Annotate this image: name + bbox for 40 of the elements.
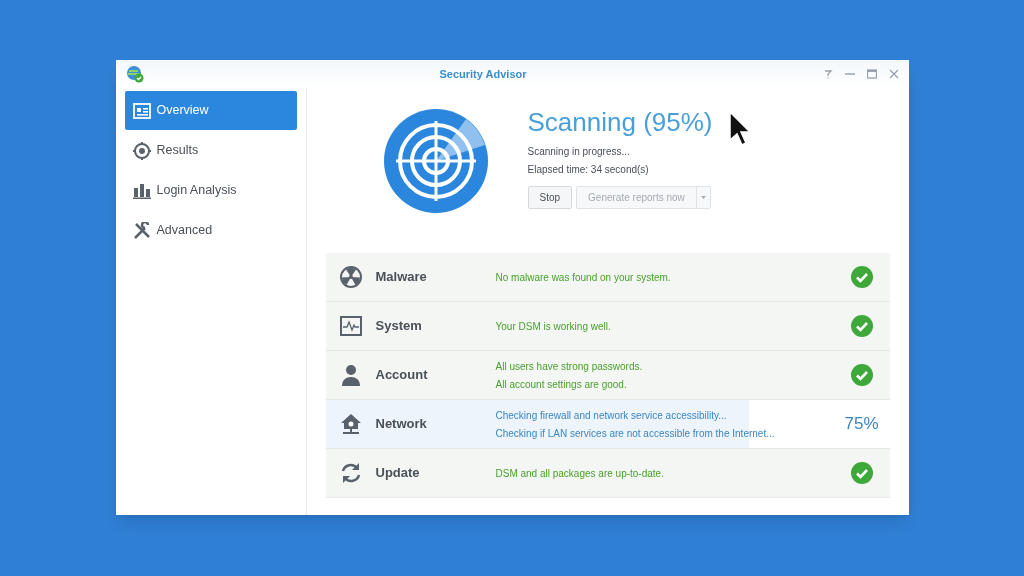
sidebar-item[interactable]: Overview — [124, 91, 297, 130]
check-name: Malware — [375, 268, 428, 287]
caret-icon — [700, 196, 706, 199]
target-icon — [132, 141, 151, 160]
scan-heading: Scanning (95%) — [527, 106, 713, 138]
bar-chart-icon — [132, 182, 151, 199]
monitor-icon — [339, 316, 362, 336]
checkmark-icon — [850, 266, 873, 288]
tools-icon — [132, 221, 151, 240]
check-name: System — [375, 317, 423, 336]
checkmark-icon — [850, 315, 873, 337]
radiation-icon — [339, 266, 362, 288]
house-network-icon — [339, 413, 362, 435]
check-message: Your DSM is working well. — [495, 319, 612, 334]
check-message: DSM and all packages are up-to-date. — [495, 466, 665, 481]
checkmark-icon — [850, 462, 873, 484]
help-icon[interactable] — [822, 69, 833, 79]
check-message: No malware was found on your system. — [495, 270, 672, 285]
sidebar-item[interactable]: Login Analysis — [124, 171, 297, 210]
checkmark-icon — [850, 364, 873, 386]
window-title: Security Advisor — [438, 66, 528, 82]
globe-shield-icon — [125, 65, 144, 83]
check-message: All users have strong passwords. — [495, 359, 644, 374]
maximize-icon[interactable] — [866, 69, 877, 79]
check-name: Update — [375, 464, 421, 483]
progress-percent: 75% — [844, 413, 879, 436]
user-icon — [340, 364, 361, 386]
id-card-icon — [132, 102, 151, 119]
scan-status: Scanning in progress... — [527, 145, 631, 159]
check-message: Checking firewall and network service accessibility... — [495, 408, 728, 423]
refresh-icon — [339, 462, 362, 484]
sidebar-item[interactable]: Results — [124, 131, 297, 170]
check-message: All account settings are good. — [495, 377, 628, 392]
stop-button[interactable]: Stop — [527, 186, 573, 209]
elapsed-time: Elapsed time: 34 second(s) — [527, 163, 650, 177]
check-name: Account — [375, 366, 429, 385]
sidebar-item[interactable]: Advanced — [124, 211, 297, 250]
close-icon[interactable] — [888, 69, 899, 79]
check-name: Network — [375, 415, 428, 434]
check-message: Checking if LAN services are not accessible from the Internet... — [495, 426, 776, 441]
